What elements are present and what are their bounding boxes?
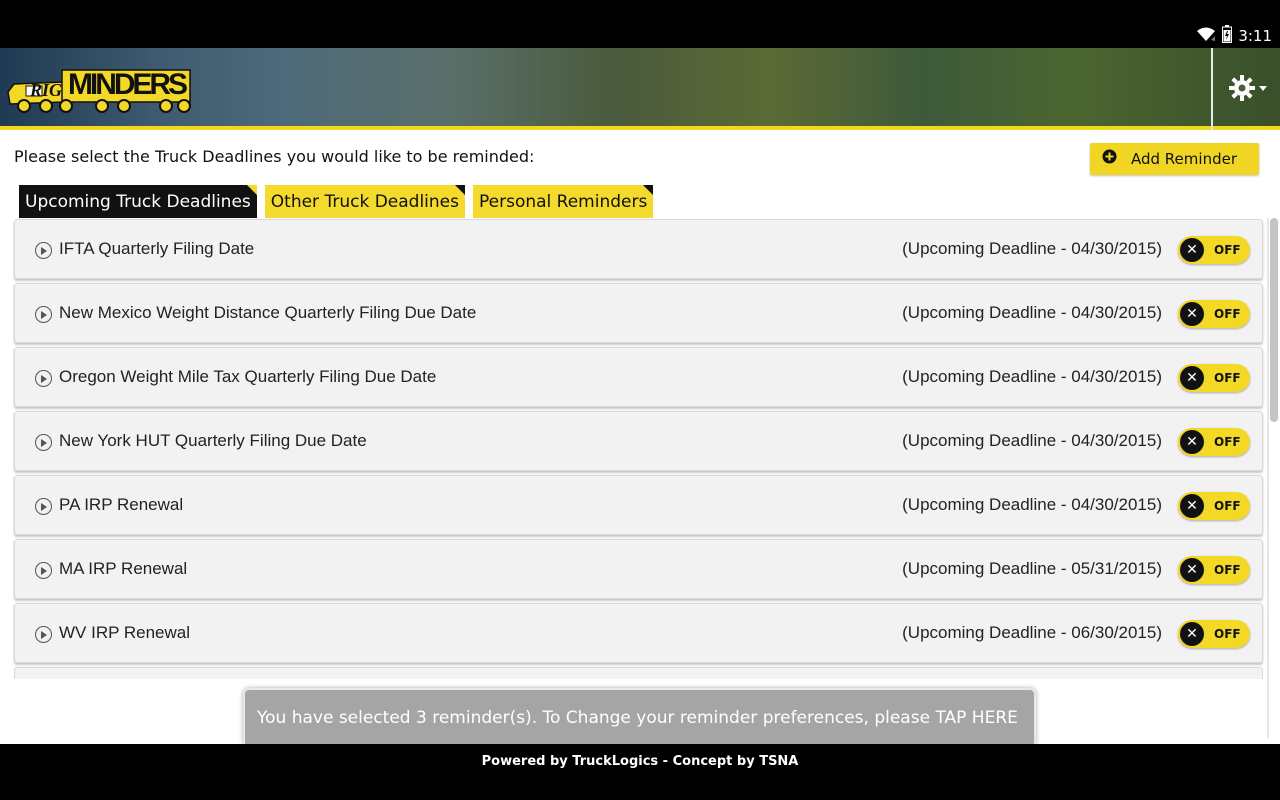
tab-bar: Upcoming Truck Deadlines Other Truck Dea… [19,185,654,218]
toggle-state-label: OFF [1214,243,1241,257]
toggle-state-label: OFF [1214,563,1241,577]
scrollbar-track [1267,218,1269,738]
reminder-title: PA IRP Renewal [59,495,184,514]
reminder-deadline: (Upcoming Deadline - 05/31/2015) [902,559,1162,578]
gear-icon [1228,74,1268,107]
reminder-title: New York HUT Quarterly Filing Due Date [59,431,367,450]
toggle-state-label: OFF [1214,435,1241,449]
reminder-row[interactable]: New York HUT Quarterly Filing Due Date (… [14,411,1263,471]
tab-upcoming-truck-deadlines[interactable]: Upcoming Truck Deadlines [19,185,257,218]
footer: Powered by TruckLogics - Concept by TSNA [0,744,1280,778]
reminder-deadline: (Upcoming Deadline - 04/30/2015) [902,495,1162,514]
reminder-deadline: (Upcoming Deadline - 04/30/2015) [902,367,1162,386]
rigminders-logo: RIG MINDERS [6,58,194,116]
plus-circle-icon [1102,149,1117,169]
reminder-title: IFTA Quarterly Filing Date [59,239,255,258]
add-reminder-button[interactable]: Add Reminder [1090,143,1259,175]
reminder-row[interactable]: Oregon Weight Mile Tax Quarterly Filing … [14,347,1263,407]
toggle-state-label: OFF [1214,627,1241,641]
svg-text:RIG: RIG [29,80,62,100]
status-icons: 3:11 [1196,25,1272,47]
tab-label: Other Truck Deadlines [270,191,459,212]
tab-label: Upcoming Truck Deadlines [25,191,251,212]
reminder-deadline: (Upcoming Deadline - 06/30/2015) [902,623,1162,642]
reminder-title: MA IRP Renewal [59,559,188,578]
selection-summary-text: You have selected 3 reminder(s). To Chan… [257,708,1018,728]
header-divider [1211,48,1213,130]
toggle-state-label: OFF [1214,371,1241,385]
wifi-icon [1196,26,1216,46]
close-icon: ✕ [1180,494,1204,518]
expand-arrow-icon [35,434,52,451]
reminder-row-partial [14,667,1263,679]
reminder-title: Oregon Weight Mile Tax Quarterly Filing … [59,367,437,386]
status-time: 3:11 [1238,27,1272,45]
reminder-row[interactable]: IFTA Quarterly Filing Date (Upcoming Dea… [14,219,1263,279]
close-icon: ✕ [1180,366,1204,390]
reminder-toggle[interactable]: ✕ OFF [1178,236,1250,264]
tab-other-truck-deadlines[interactable]: Other Truck Deadlines [264,185,466,218]
toggle-state-label: OFF [1214,499,1241,513]
toggle-state-label: OFF [1214,307,1241,321]
reminder-toggle[interactable]: ✕ OFF [1178,620,1250,648]
reminder-row[interactable]: New Mexico Weight Distance Quarterly Fil… [14,283,1263,343]
close-icon: ✕ [1180,238,1204,262]
add-reminder-label: Add Reminder [1131,150,1237,168]
reminder-row[interactable]: WV IRP Renewal (Upcoming Deadline - 06/3… [14,603,1263,663]
reminder-deadline: (Upcoming Deadline - 04/30/2015) [902,303,1162,322]
reminder-title: New Mexico Weight Distance Quarterly Fil… [59,303,477,322]
reminder-toggle[interactable]: ✕ OFF [1178,364,1250,392]
reminder-row[interactable]: PA IRP Renewal (Upcoming Deadline - 04/3… [14,475,1263,535]
expand-arrow-icon [35,370,52,387]
reminder-deadline: (Upcoming Deadline - 04/30/2015) [902,431,1162,450]
expand-arrow-icon [35,242,52,259]
main-content: Please select the Truck Deadlines you wo… [0,130,1280,744]
tab-personal-reminders[interactable]: Personal Reminders [473,185,654,218]
settings-menu-button[interactable] [1222,70,1274,110]
expand-arrow-icon [35,626,52,643]
expand-arrow-icon [35,306,52,323]
close-icon: ✕ [1180,302,1204,326]
reminder-toggle[interactable]: ✕ OFF [1178,492,1250,520]
close-icon: ✕ [1180,430,1204,454]
reminder-toggle[interactable]: ✕ OFF [1178,300,1250,328]
close-icon: ✕ [1180,558,1204,582]
close-icon: ✕ [1180,622,1204,646]
svg-text:MINDERS: MINDERS [68,68,188,101]
page-prompt: Please select the Truck Deadlines you wo… [14,147,535,166]
selection-summary-banner[interactable]: You have selected 3 reminder(s). To Chan… [243,688,1036,744]
reminder-title: WV IRP Renewal [59,623,191,642]
reminder-row[interactable]: MA IRP Renewal (Upcoming Deadline - 05/3… [14,539,1263,599]
footer-credits: Powered by TruckLogics - Concept by TSNA [481,753,799,769]
scrollbar-thumb[interactable] [1270,218,1278,422]
reminder-deadline: (Upcoming Deadline - 04/30/2015) [902,239,1162,258]
tab-label: Personal Reminders [479,191,648,212]
expand-arrow-icon [35,498,52,515]
status-bar: 3:11 [0,0,1280,48]
battery-icon [1222,25,1233,47]
reminder-toggle[interactable]: ✕ OFF [1178,428,1250,456]
expand-arrow-icon [35,562,52,579]
reminder-list: IFTA Quarterly Filing Date (Upcoming Dea… [14,219,1263,679]
reminder-toggle[interactable]: ✕ OFF [1178,556,1250,584]
